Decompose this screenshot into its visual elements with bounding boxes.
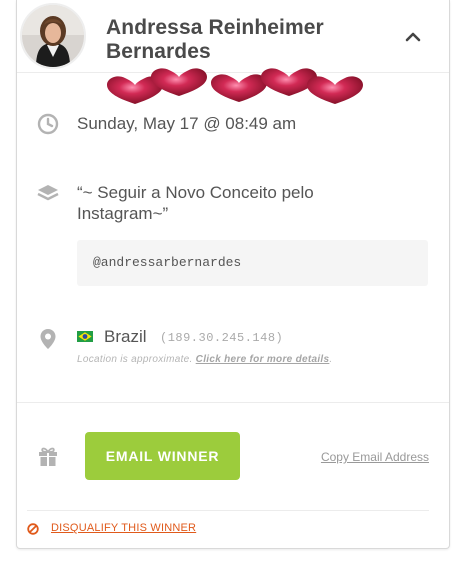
- ban-icon: [27, 523, 39, 535]
- gift-icon: [39, 447, 57, 466]
- winner-name: Andressa Reinheimer Bernardes: [106, 16, 386, 64]
- disqualify-label[interactable]: DISQUALIFY THIS WINNER: [51, 522, 196, 534]
- location-note: Location is approximate. Click here for …: [77, 354, 332, 365]
- winner-name-line1: Andressa Reinheimer: [106, 16, 324, 39]
- location-note-end: .: [329, 354, 333, 365]
- winner-name-line2: Bernardes: [106, 40, 211, 63]
- brazil-flag-icon: [77, 331, 93, 342]
- map-pin-icon: [40, 329, 56, 349]
- chevron-up-icon[interactable]: [405, 30, 421, 42]
- copy-email-link[interactable]: Copy Email Address: [321, 450, 429, 464]
- location-note-text: Location is approximate.: [77, 354, 196, 365]
- entry-date: Sunday, May 17 @ 08:49 am: [77, 114, 297, 133]
- entry-value: @andressarbernardes: [77, 240, 428, 286]
- location-country: Brazil: [104, 327, 147, 346]
- layers-icon: [37, 185, 59, 201]
- avatar: [20, 3, 86, 69]
- winner-card: Andressa Reinheimer Bernardes Sunday, Ma…: [16, 0, 450, 549]
- section-divider: [17, 402, 449, 403]
- clock-icon: [37, 113, 59, 135]
- email-winner-button[interactable]: EMAIL WINNER: [85, 432, 240, 480]
- hearts-decoration: [107, 68, 363, 104]
- location-details-link[interactable]: Click here for more details: [196, 354, 330, 365]
- entry-action: “~ Seguir a Novo Conceito pelo Instagram…: [77, 183, 314, 223]
- footer-divider: [27, 510, 429, 511]
- location-ip: (189.30.245.148): [160, 331, 284, 345]
